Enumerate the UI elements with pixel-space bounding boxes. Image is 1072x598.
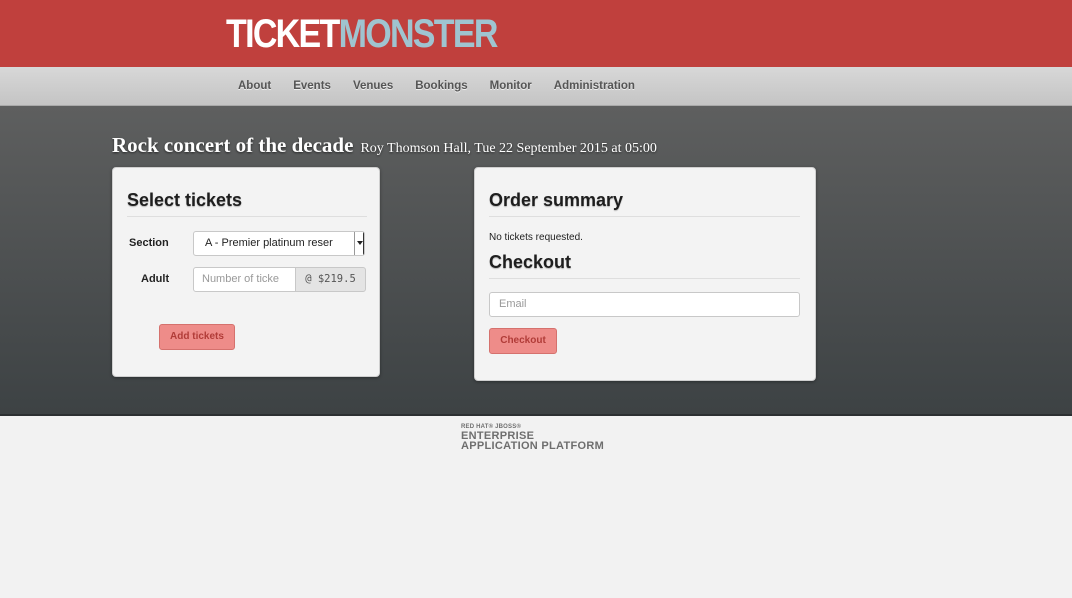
checkout-title: Checkout xyxy=(489,252,572,272)
section-select-value: A - Premier platinum reser xyxy=(205,237,333,249)
select-tickets-panel: Select tickets Section A - Premier plati… xyxy=(112,167,380,377)
logo-ticket-text: TICKET xyxy=(226,12,340,56)
divider xyxy=(489,216,800,217)
event-details: Roy Thomson Hall, Tue 22 September 2015 … xyxy=(360,141,657,156)
footer-logo-line3: APPLICATION PLATFORM xyxy=(461,440,605,452)
select-tickets-title: Select tickets xyxy=(127,190,243,210)
adult-label: Adult xyxy=(141,273,170,285)
adult-price: @ $219.5 xyxy=(295,267,366,292)
ticketmonster-logo[interactable]: TICKETMONSTER xyxy=(226,10,499,58)
divider xyxy=(489,278,800,279)
nav-item-events[interactable]: Events xyxy=(282,67,342,105)
checkout-button[interactable]: Checkout xyxy=(489,328,557,354)
nav-item-monitor[interactable]: Monitor xyxy=(479,67,543,105)
nav-item-about[interactable]: About xyxy=(227,67,282,105)
event-name: Rock concert of the decade xyxy=(112,133,354,157)
nav-item-administration[interactable]: Administration xyxy=(543,67,646,105)
main-nav: About Events Venues Bookings Monitor Adm… xyxy=(0,67,1072,106)
logo-monster-text: MONSTER xyxy=(338,12,499,56)
nav-item-bookings[interactable]: Bookings xyxy=(404,67,478,105)
nav-item-venues[interactable]: Venues xyxy=(342,67,404,105)
adult-quantity-input[interactable]: Number of ticke xyxy=(193,267,296,292)
no-tickets-message: No tickets requested. xyxy=(489,232,583,243)
order-summary-title: Order summary xyxy=(489,190,624,210)
section-select[interactable]: A - Premier platinum reser xyxy=(193,231,365,256)
chevron-down-icon[interactable] xyxy=(354,232,364,255)
order-summary-panel: Order summary No tickets requested. Chec… xyxy=(474,167,816,381)
header-bar: TICKETMONSTER xyxy=(0,0,1072,67)
email-field[interactable]: Email xyxy=(489,292,800,317)
jboss-eap-logo: RED HAT® JBOSS® ENTERPRISE APPLICATION P… xyxy=(461,424,605,452)
section-label: Section xyxy=(129,237,169,249)
event-heading: Rock concert of the decade Roy Thomson H… xyxy=(112,133,657,158)
divider xyxy=(127,216,367,217)
add-tickets-button[interactable]: Add tickets xyxy=(159,324,235,350)
